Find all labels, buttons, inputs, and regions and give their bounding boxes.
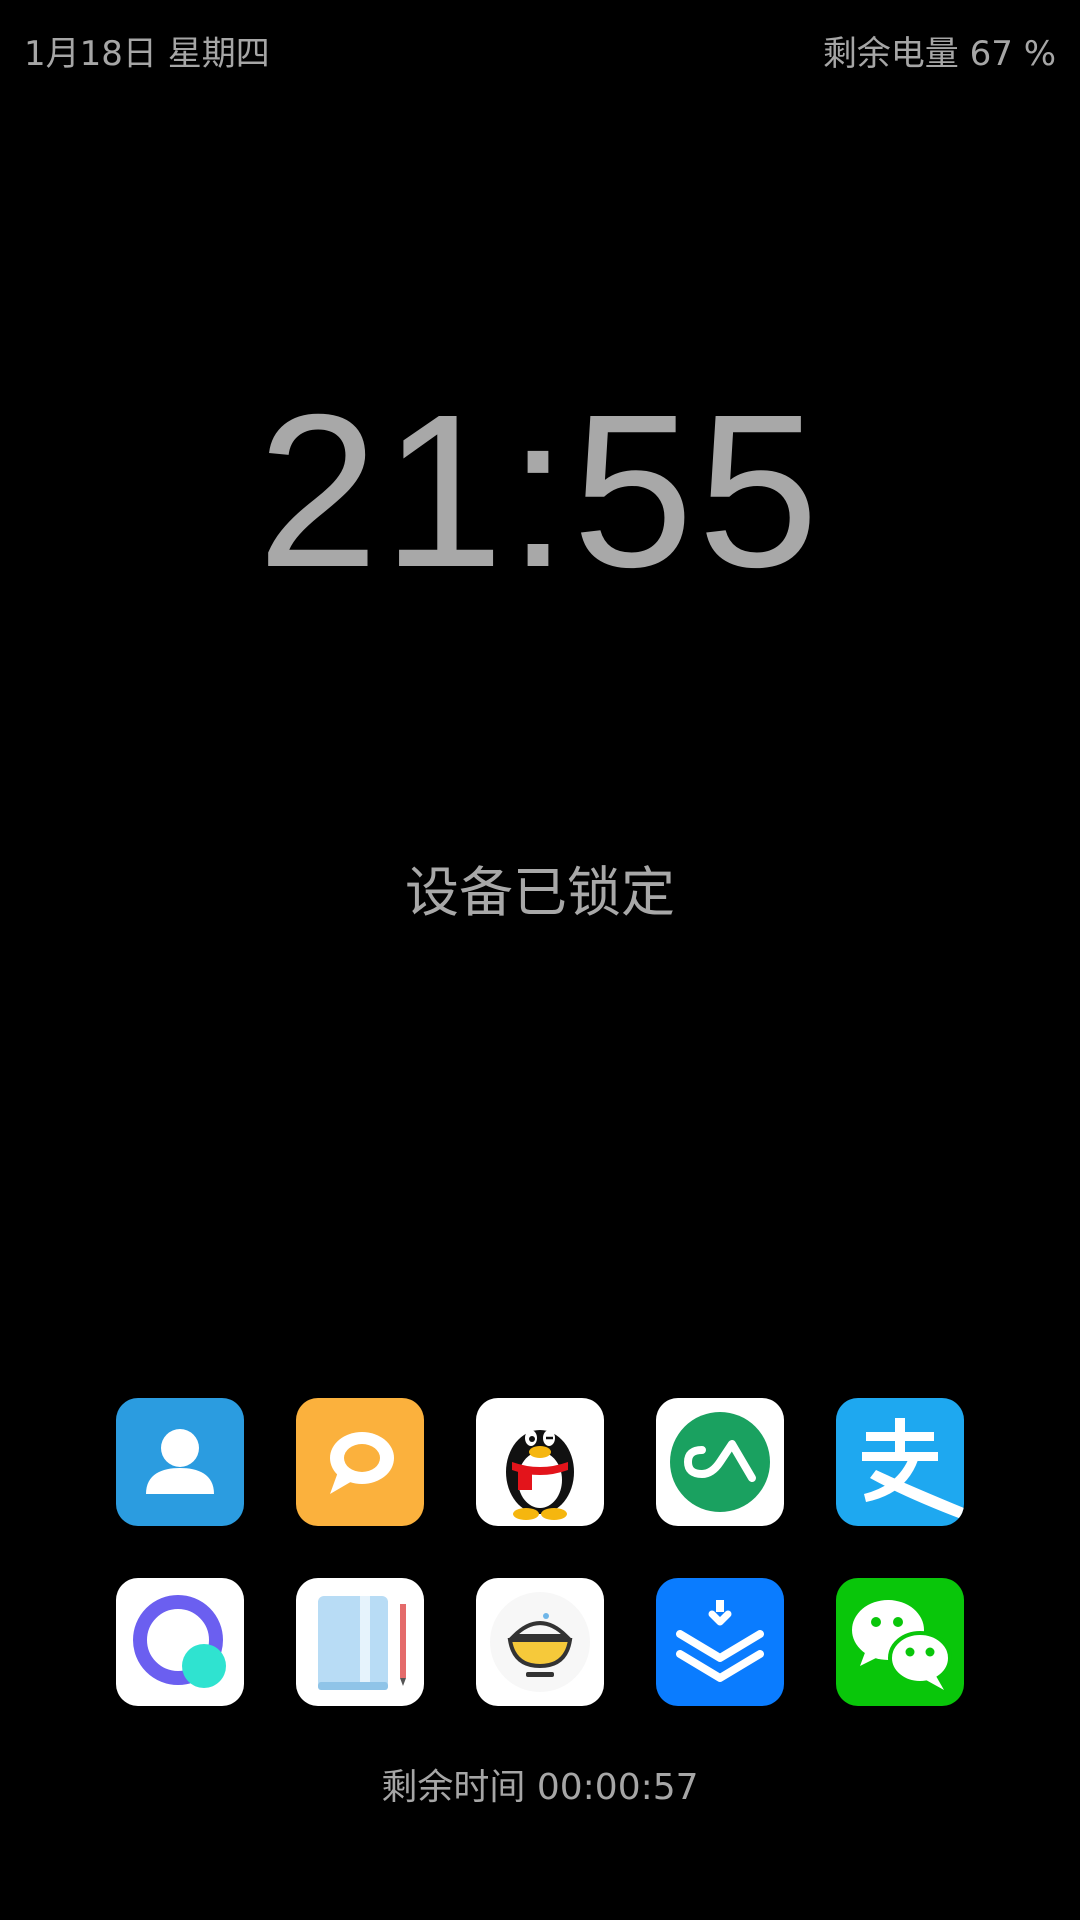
clock-time: 21:55 <box>257 370 823 613</box>
contacts-icon[interactable] <box>116 1398 244 1526</box>
messages-icon[interactable] <box>296 1398 424 1526</box>
lock-screen: 1月18日 星期四 剩余电量 67 % 21:55 设备已锁定 剩余时间 00:… <box>0 0 1080 1920</box>
qq-penguin-icon[interactable] <box>476 1398 604 1526</box>
rice-bowl-app-icon[interactable] <box>476 1578 604 1706</box>
blue-chevron-app-icon[interactable] <box>656 1578 784 1706</box>
notebook-icon[interactable] <box>296 1578 424 1706</box>
alipay-icon[interactable] <box>836 1398 964 1526</box>
status-date: 1月18日 星期四 <box>24 34 270 74</box>
app-shortcut-grid <box>116 1398 964 1706</box>
remaining-time-countdown: 剩余时间 00:00:57 <box>381 1767 699 1808</box>
lock-status-text: 设备已锁定 <box>405 861 675 924</box>
status-battery: 剩余电量 67 % <box>822 34 1056 74</box>
purple-circle-app-icon[interactable] <box>116 1578 244 1706</box>
green-a-app-icon[interactable] <box>656 1398 784 1526</box>
wechat-icon[interactable] <box>836 1578 964 1706</box>
